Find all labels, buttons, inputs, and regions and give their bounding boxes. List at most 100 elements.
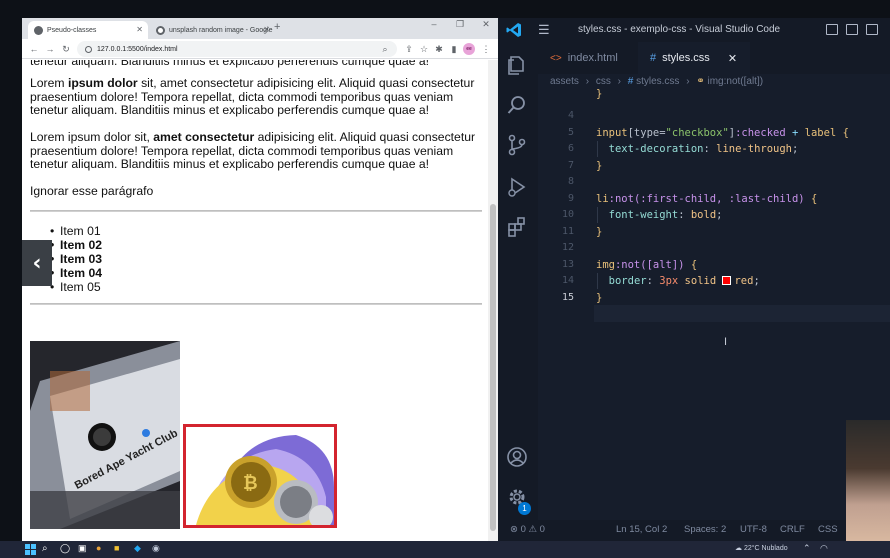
close-window-button[interactable]: ✕ — [474, 19, 498, 30]
close-tab-icon[interactable]: ✕ — [136, 25, 143, 34]
list-item: Item 02 — [50, 238, 102, 252]
star-icon[interactable]: ☆ — [418, 43, 430, 55]
desktop-screen: Pseudo-classes ✕ unsplash random image -… — [0, 0, 890, 558]
code-token: img — [596, 258, 615, 271]
code-editor[interactable]: } 4 5 6 7 8 9 10 11 12 13 14 15 input[ty… — [538, 88, 890, 520]
code-token: :not(:first-child, :last-child) — [608, 192, 805, 205]
bold-text: amet consectetur — [153, 130, 255, 144]
site-info-icon[interactable] — [85, 45, 92, 53]
url-text: 127.0.0.1:5500/index.html — [97, 45, 178, 53]
code-token: :checked — [735, 126, 786, 139]
search-icon[interactable]: ⌕ — [42, 543, 55, 556]
cursor-position[interactable]: Ln 15, Col 2 — [616, 524, 667, 535]
css-file-icon: # — [627, 76, 634, 87]
editor-tabs: <> index.html # styles.css ✕ — [538, 42, 890, 74]
minimize-button[interactable]: – — [422, 19, 446, 29]
windows-start-icon[interactable] — [24, 543, 37, 556]
google-icon — [156, 25, 165, 35]
page-scrollbar-thumb[interactable] — [490, 204, 496, 531]
search-icon[interactable] — [506, 94, 528, 116]
code-line: img:not([alt]) { — [596, 257, 697, 274]
code-line: input[type="checkbox"]:checked + label { — [596, 125, 849, 142]
sidepanel-icon[interactable]: ▮ — [448, 43, 460, 55]
code-fragment: } — [596, 88, 603, 100]
bold-text: ipsum dolor — [67, 76, 138, 90]
code-token: li — [596, 192, 609, 205]
source-control-icon[interactable] — [506, 134, 528, 156]
paragraph-amet-consectetur: Lorem ipsum dolor sit, amet consectetur … — [30, 130, 482, 172]
close-tab-icon[interactable]: ✕ — [728, 52, 737, 65]
line-number: 12 — [561, 242, 574, 253]
wifi-icon[interactable]: ◠ — [820, 543, 828, 554]
vscode-taskbar-icon[interactable]: ◆ — [134, 543, 147, 556]
code-token: text-decoration — [608, 143, 704, 155]
back-arrow-icon[interactable]: ← — [28, 43, 40, 55]
file-explorer-icon[interactable]: ■ — [114, 543, 127, 556]
forward-arrow-icon[interactable]: → — [44, 43, 56, 55]
line-number: 14 — [561, 275, 574, 286]
browser-tab-google[interactable]: unsplash random image - Google ✕ — [150, 21, 275, 39]
line-endings[interactable]: CRLF — [780, 524, 805, 535]
chevron-up-icon[interactable]: ⌃ — [803, 543, 811, 554]
close-tab-icon[interactable]: ✕ — [263, 25, 270, 34]
chrome-taskbar-icon[interactable]: ● — [96, 543, 109, 556]
encoding[interactable]: UTF-8 — [740, 524, 767, 535]
toggle-secondary-sidebar-icon[interactable] — [866, 24, 878, 35]
account-icon[interactable] — [506, 446, 528, 468]
code-token: "checkbox" — [665, 126, 729, 139]
widgets-icon[interactable]: ▣ — [78, 543, 91, 556]
chevron-right-icon: › — [617, 76, 621, 87]
task-view-icon[interactable]: ◯ — [60, 543, 73, 556]
hamburger-menu-icon[interactable]: ☰ — [538, 22, 550, 38]
chrome-window: Pseudo-classes ✕ unsplash random image -… — [22, 18, 498, 541]
address-bar[interactable]: 127.0.0.1:5500/index.html — [77, 41, 397, 57]
css-file-icon: # — [650, 52, 657, 64]
color-swatch[interactable] — [722, 276, 732, 285]
maximize-button[interactable]: ❐ — [448, 19, 472, 30]
code-line: } — [596, 159, 603, 172]
breadcrumb-item[interactable]: img:not([alt]) — [707, 76, 763, 87]
tab-label: index.html — [567, 52, 618, 64]
share-icon[interactable]: ⇪ — [403, 43, 415, 55]
breadcrumb-item[interactable]: styles.css — [636, 76, 679, 87]
weather-text: 22°C Nublado — [743, 545, 788, 552]
browser-tab-title: unsplash random image - Google — [169, 26, 273, 34]
extensions-icon[interactable]: ✱ — [433, 43, 445, 55]
breadcrumb: assets › css › # styles.css › ⚭ img:not(… — [550, 76, 763, 87]
obs-icon[interactable]: ◉ — [152, 543, 165, 556]
previous-slide-button[interactable]: ‹ — [22, 240, 52, 286]
problems-indicator[interactable]: ⊗ 0 ⚠ 0 — [510, 524, 545, 535]
cloud-icon: ☁ — [735, 545, 742, 552]
toggle-sidebar-icon[interactable] — [826, 24, 838, 35]
weather-widget[interactable]: ☁ 22°C Nublado — [735, 544, 788, 552]
line-number: 13 — [561, 258, 574, 270]
profile-initials: ee — [463, 43, 475, 55]
explorer-icon[interactable] — [506, 54, 528, 76]
line-number: 7 — [567, 159, 574, 171]
breadcrumb-item[interactable]: css — [596, 76, 611, 87]
code-token: font-weight — [608, 209, 679, 221]
paragraph-text: Lorem — [30, 76, 68, 90]
language-mode[interactable]: CSS — [818, 524, 838, 535]
extensions-icon[interactable] — [506, 216, 528, 238]
code-token: bold — [690, 209, 717, 221]
tab-styles-css[interactable]: # styles.css ✕ — [638, 42, 750, 74]
profile-avatar[interactable]: ee — [463, 43, 475, 55]
status-bar: ⊗ 0 ⚠ 0 Ln 15, Col 2 Spaces: 2 UTF-8 CRL… — [498, 520, 890, 541]
new-tab-button[interactable]: + — [274, 21, 280, 33]
paragraph-ipsum-dolor: Lorem ipsum dolor sit, amet consectetur … — [30, 76, 482, 118]
menu-icon[interactable]: ⋮ — [480, 43, 492, 55]
notification-badge: 1 — [518, 502, 531, 515]
list-item: Item 03 — [50, 252, 102, 266]
browser-tab-pseudo-classes[interactable]: Pseudo-classes ✕ — [28, 21, 148, 39]
run-debug-icon[interactable] — [506, 176, 528, 198]
indentation[interactable]: Spaces: 2 — [684, 524, 726, 535]
toggle-panel-icon[interactable] — [846, 24, 858, 35]
html-file-icon: <> — [550, 52, 562, 64]
breadcrumb-item[interactable]: assets — [550, 76, 579, 87]
zoom-icon[interactable]: ⌕ — [379, 43, 391, 55]
code-line: text-decoration: line-through; — [608, 143, 799, 155]
reload-icon[interactable]: ↻ — [60, 43, 72, 55]
line-number: 10 — [561, 209, 574, 220]
tab-index-html[interactable]: <> index.html — [538, 42, 636, 74]
